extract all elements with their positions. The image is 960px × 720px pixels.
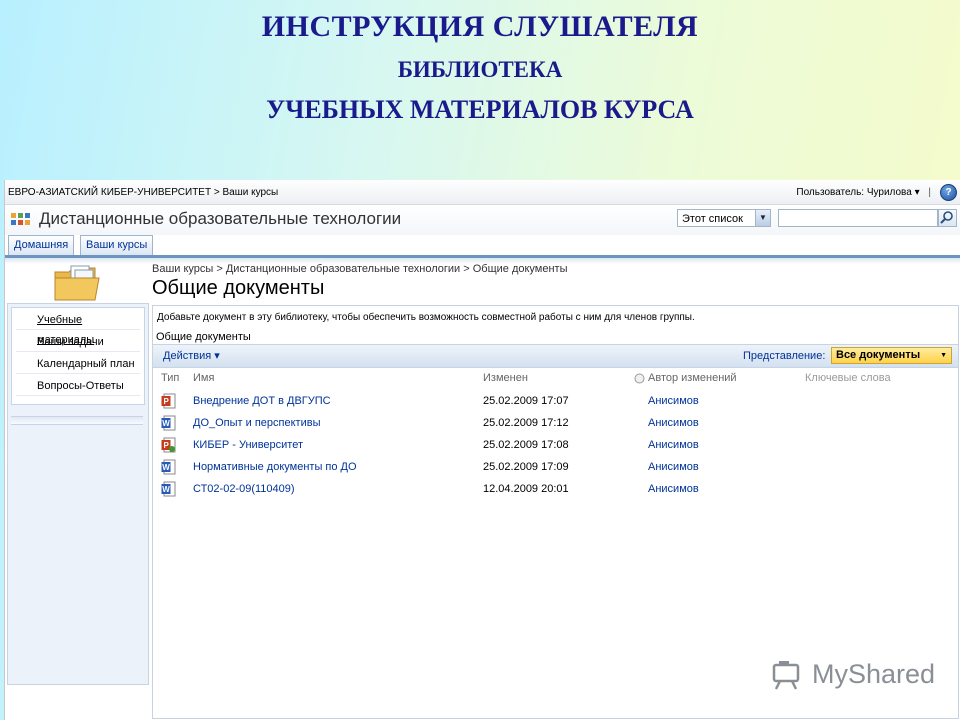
document-link[interactable]: Внедрение ДОТ в ДВГУПС	[193, 395, 331, 407]
site-logo-icon	[11, 213, 30, 225]
table-row[interactable]: W СТ02-02-09(110409) 12.04.2009 20:01 Ан…	[153, 478, 958, 500]
column-header-modified-by[interactable]: Автор изменений	[648, 372, 737, 384]
document-link[interactable]: Нормативные документы по ДО	[193, 461, 357, 473]
document-library-folder-icon	[54, 265, 100, 301]
column-header-name[interactable]: Имя	[193, 372, 214, 384]
main-content: Ваши курсы > Дистанционные образовательн…	[152, 258, 959, 720]
author-link[interactable]: Анисимов	[648, 417, 699, 429]
separator: |	[928, 187, 931, 198]
view-select[interactable]: Все документы ▼	[831, 347, 952, 364]
user-menu[interactable]: Пользователь: Чурилова ▾ |	[796, 187, 931, 198]
search-button[interactable]	[938, 209, 957, 227]
slide-title-line3: УЧЕБНЫХ МАТЕРИАЛОВ КУРСА	[266, 95, 694, 124]
help-icon[interactable]: ?	[940, 184, 957, 201]
tab-your-courses[interactable]: Ваши курсы	[80, 235, 154, 255]
table-row[interactable]: W ДО_Опыт и перспективы 25.02.2009 17:12…	[153, 412, 958, 434]
word-file-icon: W	[161, 459, 176, 475]
library-description: Добавьте документ в эту библиотеку, чтоб…	[157, 312, 695, 323]
svg-text:P: P	[164, 397, 170, 406]
global-top-bar: ЕВРО-АЗИАТСКИЙ КИБЕР-УНИВЕРСИТЕТ > Ваши …	[5, 180, 960, 205]
modified-date: 25.02.2009 17:12	[483, 417, 569, 429]
word-file-icon: W	[161, 415, 176, 431]
site-title[interactable]: Дистанционные образовательные технологии	[39, 209, 401, 229]
word-file-icon: W	[161, 481, 176, 497]
myshared-logo-icon	[772, 661, 800, 690]
quick-launch-divider	[11, 416, 143, 425]
view-select-value: Все документы	[836, 349, 921, 361]
breadcrumb[interactable]: Ваши курсы > Дистанционные образовательн…	[152, 263, 568, 275]
myshared-watermark: MyShared	[768, 655, 935, 691]
author-link[interactable]: Анисимов	[648, 395, 699, 407]
column-header-modified[interactable]: Изменен	[483, 372, 528, 384]
svg-text:W: W	[162, 463, 170, 472]
document-link[interactable]: ДО_Опыт и перспективы	[193, 417, 320, 429]
quick-launch: Учебные материалы Ваши задачи Календарны…	[7, 303, 149, 685]
search-scope-select[interactable]: Этот список ▼	[677, 209, 771, 227]
sidebar-item-calendar-plan[interactable]: Календарный план	[16, 354, 140, 374]
search-input[interactable]	[778, 209, 938, 227]
presence-icon	[634, 373, 645, 384]
modified-date: 25.02.2009 17:09	[483, 461, 569, 473]
tab-home[interactable]: Домашняя	[8, 235, 75, 255]
slide-title-line2: БИБЛИОТЕКА	[397, 57, 563, 82]
powerpoint-file-icon: P	[161, 437, 176, 453]
chevron-down-icon: ▼	[940, 352, 947, 359]
powerpoint-file-icon: P	[161, 393, 176, 409]
table-row[interactable]: W Нормативные документы по ДО 25.02.2009…	[153, 456, 958, 478]
slide-title-line1: ИНСТРУКЦИЯ СЛУШАТЕЛЯ	[261, 10, 699, 43]
svg-text:P: P	[164, 441, 170, 450]
actions-menu[interactable]: Действия ▾	[163, 349, 220, 362]
global-breadcrumb[interactable]: ЕВРО-АЗИАТСКИЙ КИБЕР-УНИВЕРСИТЕТ > Ваши …	[8, 187, 278, 198]
chevron-down-icon[interactable]: ▼	[755, 210, 770, 226]
view-label: Представление:	[743, 350, 826, 362]
sidebar-item-your-tasks[interactable]: Ваши задачи	[16, 332, 140, 352]
list-toolbar: Действия ▾ Представление: Все документы …	[153, 344, 958, 368]
table-row[interactable]: P Внедрение ДОТ в ДВГУПС 25.02.2009 17:0…	[153, 390, 958, 412]
modified-date: 12.04.2009 20:01	[483, 483, 569, 495]
author-link[interactable]: Анисимов	[648, 439, 699, 451]
modified-date: 25.02.2009 17:07	[483, 395, 569, 407]
page-title: Общие документы	[152, 277, 325, 299]
sidebar-item-study-materials[interactable]: Учебные материалы	[16, 310, 140, 346]
table-row[interactable]: P КИБЕР - Университет 25.02.2009 17:08 А…	[153, 434, 958, 456]
site-header: Дистанционные образовательные технологии…	[5, 205, 960, 235]
search-icon	[940, 211, 953, 224]
quick-launch-list: Учебные материалы Ваши задачи Календарны…	[11, 307, 145, 405]
document-link[interactable]: СТ02-02-09(110409)	[193, 483, 295, 495]
top-nav-tabs: Домашняя Ваши курсы	[5, 235, 960, 258]
document-link[interactable]: КИБЕР - Университет	[193, 439, 303, 451]
author-link[interactable]: Анисимов	[648, 461, 699, 473]
user-label[interactable]: Пользователь: Чурилова ▾	[796, 187, 919, 198]
sidebar-item-qa[interactable]: Вопросы-Ответы	[16, 376, 140, 396]
search-scope-value: Этот список	[682, 213, 743, 225]
author-link[interactable]: Анисимов	[648, 483, 699, 495]
modified-date: 25.02.2009 17:08	[483, 439, 569, 451]
column-header-type[interactable]: Тип	[161, 372, 179, 384]
column-header-keywords[interactable]: Ключевые слова	[805, 372, 891, 384]
svg-text:W: W	[162, 419, 170, 428]
watermark-text: MyShared	[812, 659, 936, 689]
sharepoint-screenshot: ЕВРО-АЗИАТСКИЙ КИБЕР-УНИВЕРСИТЕТ > Ваши …	[4, 180, 960, 720]
library-name: Общие документы	[156, 331, 251, 343]
svg-text:W: W	[162, 485, 170, 494]
